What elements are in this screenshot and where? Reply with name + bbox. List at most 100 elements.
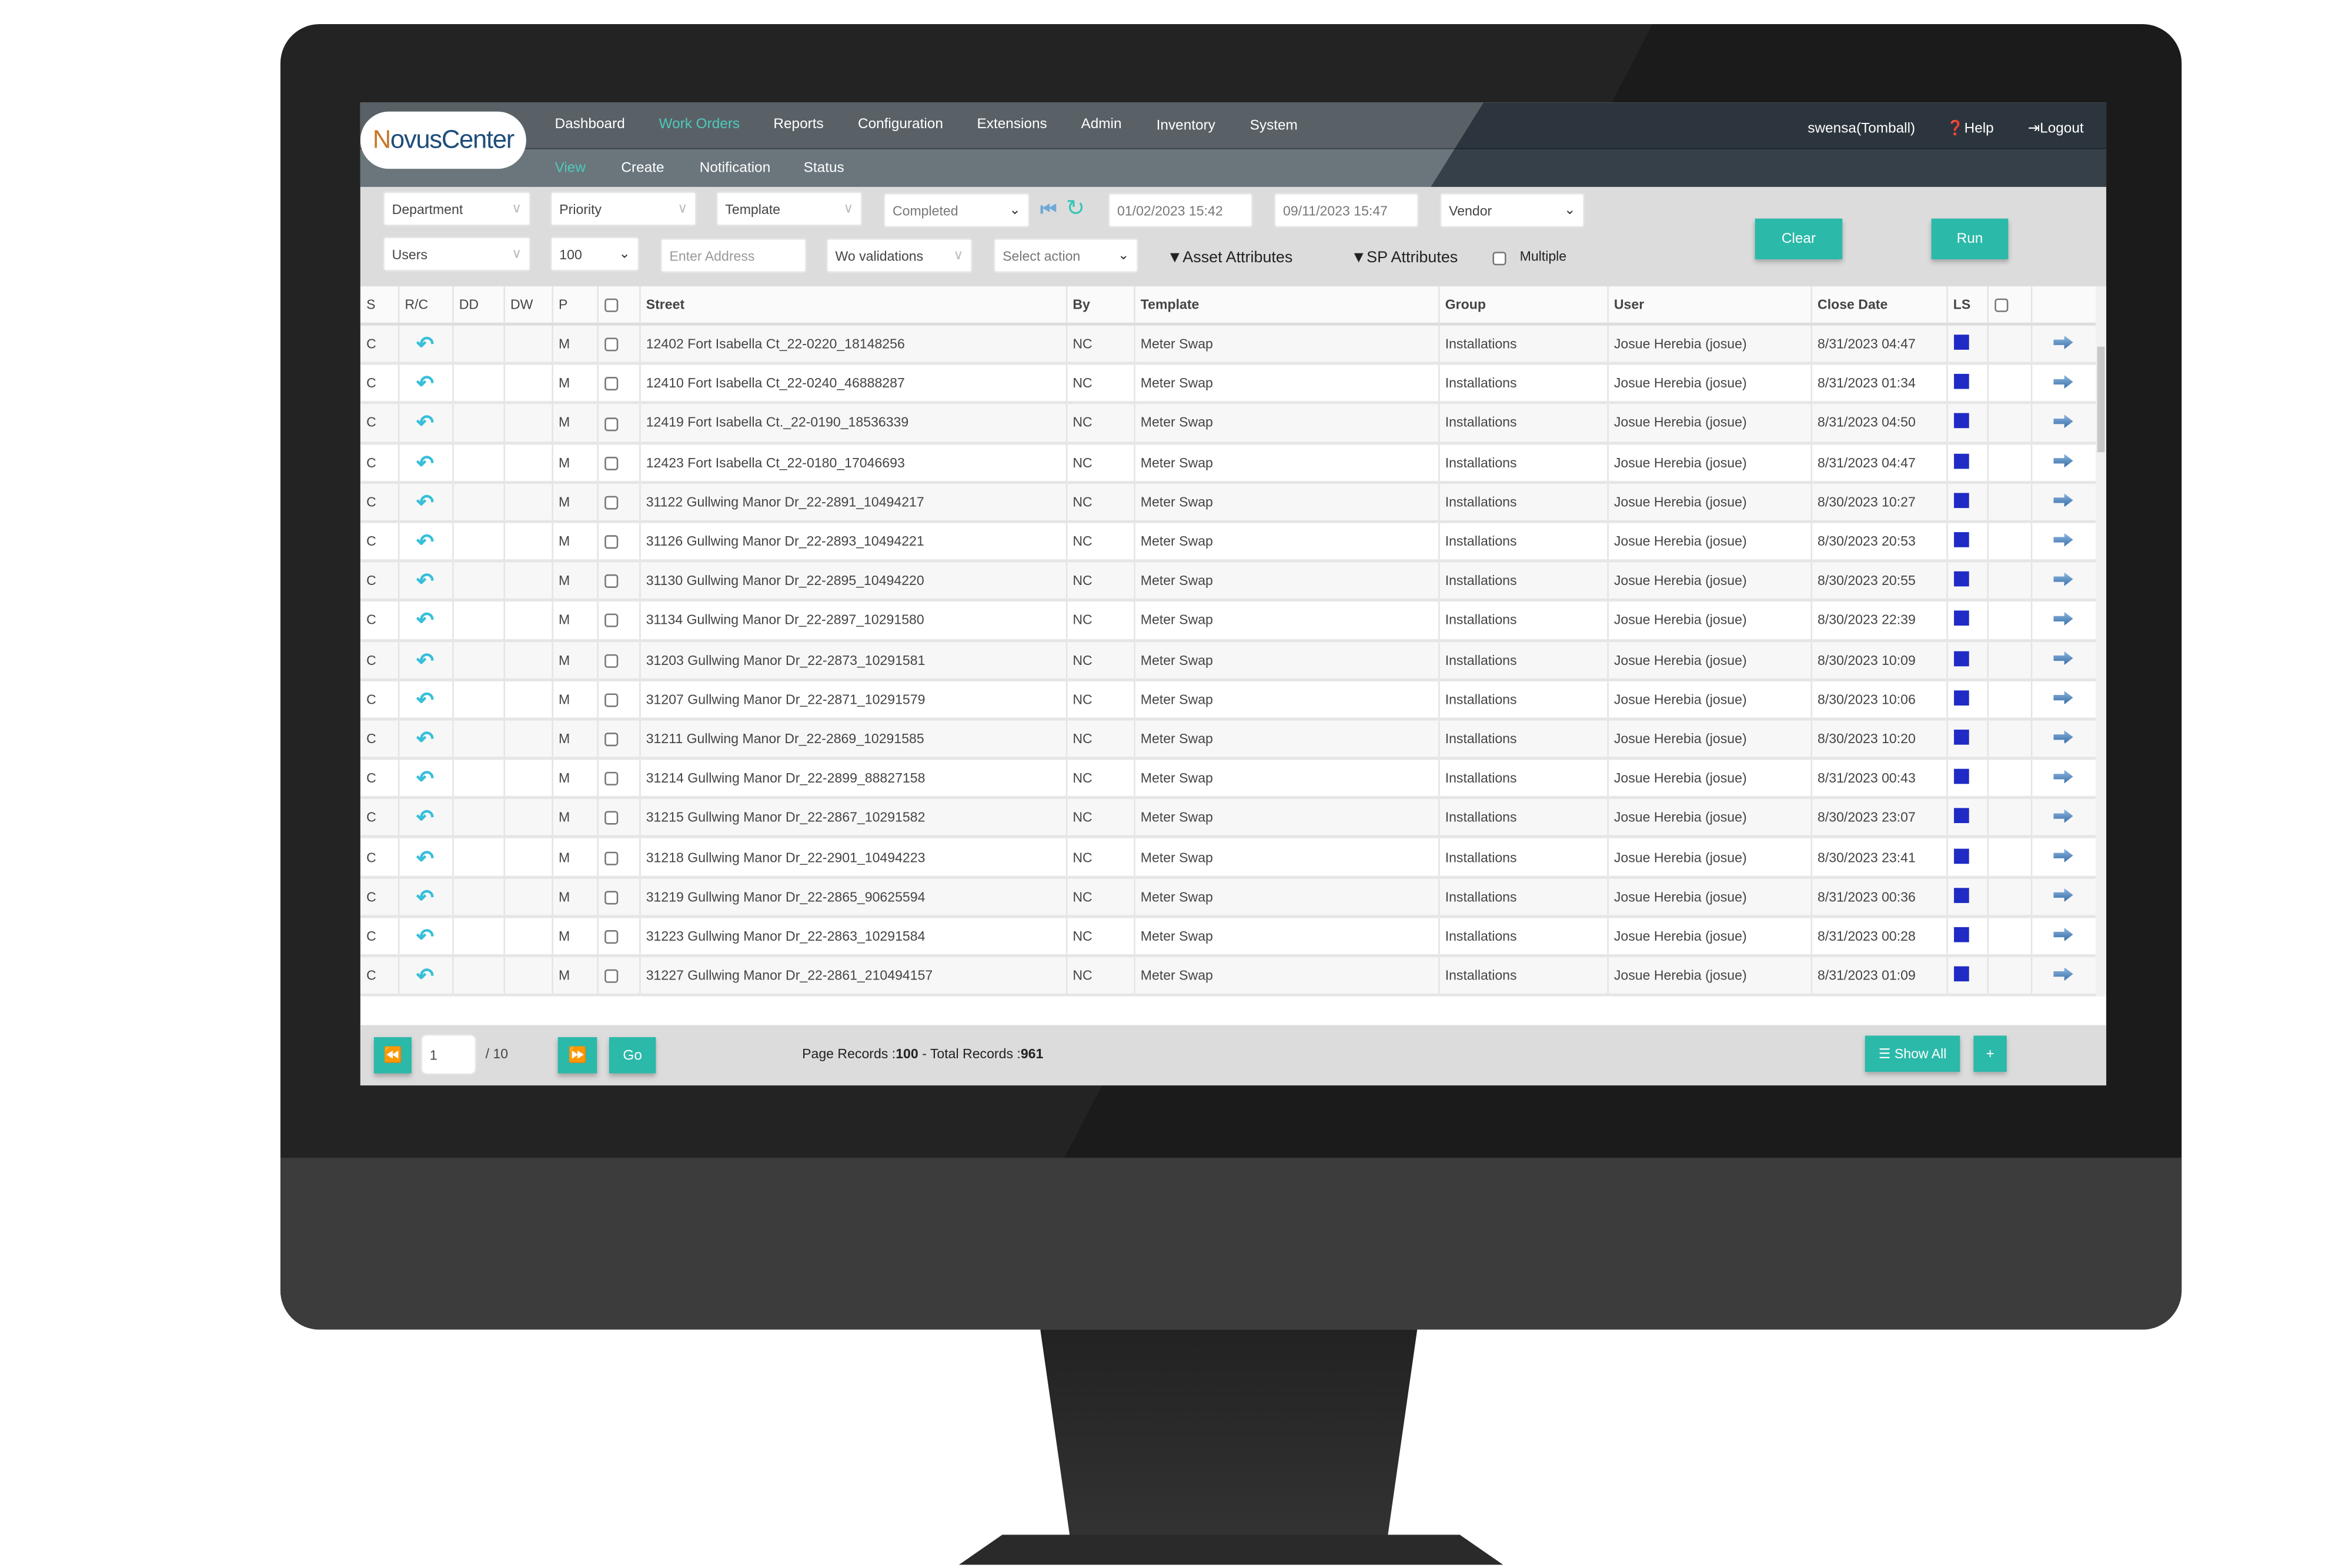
address-input[interactable]: Enter Address [660, 238, 807, 273]
add-button[interactable]: + [1973, 1035, 2007, 1072]
arrow-right-icon[interactable] [2053, 335, 2073, 349]
table-row[interactable]: C ↶ M 31126 Gullwing Manor Dr_22-2893_10494… [360, 521, 2096, 563]
priority-select[interactable]: Priority ∨ [550, 191, 697, 226]
undo-arrow-icon[interactable]: ↶ [416, 964, 434, 988]
row-checkbox[interactable] [603, 574, 617, 589]
column-header[interactable]: P [552, 286, 598, 326]
nav-system[interactable]: System [1250, 118, 1298, 134]
vendor-select[interactable]: Vendor ⌄ [1439, 193, 1585, 228]
undo-arrow-icon[interactable]: ↶ [416, 884, 434, 908]
column-header[interactable]: DW [503, 286, 553, 326]
street-cell[interactable]: 12419 Fort Isabella Ct._22-0190_18536339 [639, 403, 1067, 444]
arrow-right-icon[interactable] [2053, 927, 2073, 942]
table-row[interactable]: C ↶ M 31219 Gullwing Manor Dr_22-2865_90625… [360, 877, 2096, 918]
table-row[interactable]: C ↶ M 31223 Gullwing Manor Dr_22-2863_10291… [360, 916, 2096, 958]
undo-arrow-icon[interactable]: ↶ [416, 687, 434, 711]
street-cell[interactable]: 31227 Gullwing Manor Dr_22-2861_21049415… [639, 955, 1067, 997]
arrow-right-icon[interactable] [2053, 572, 2073, 586]
street-cell[interactable]: 31126 Gullwing Manor Dr_22-2893_10494221 [639, 521, 1067, 563]
arrow-right-icon[interactable] [2053, 888, 2073, 902]
column-header[interactable] [1987, 286, 2032, 326]
arrow-right-icon[interactable] [2053, 493, 2073, 507]
undo-arrow-icon[interactable]: ↶ [416, 608, 434, 632]
column-header[interactable] [2030, 286, 2096, 326]
user-name[interactable]: swensa(Tomball) [1808, 121, 1915, 137]
arrow-right-icon[interactable] [2053, 414, 2073, 429]
logout-link[interactable]: ⇥Logout [2028, 121, 2084, 137]
row-checkbox[interactable] [603, 733, 617, 747]
table-row[interactable]: C ↶ M 31122 Gullwing Manor Dr_22-2891_10494… [360, 482, 2096, 523]
undo-arrow-icon[interactable]: ↶ [416, 727, 434, 751]
novuscenter-logo[interactable]: NovusCenter [360, 111, 526, 169]
street-cell[interactable]: 31214 Gullwing Manor Dr_22-2899_88827158 [639, 758, 1067, 800]
undo-arrow-icon[interactable]: ↶ [416, 529, 434, 553]
refresh-icon[interactable]: ↻ [1066, 195, 1085, 222]
template-select[interactable]: Template ∨ [716, 191, 863, 226]
undo-arrow-icon[interactable]: ↶ [416, 450, 434, 474]
table-row[interactable]: C ↶ M 31215 Gullwing Manor Dr_22-2867_10291… [360, 798, 2096, 839]
street-cell[interactable]: 31211 Gullwing Manor Dr_22-2869_10291585 [639, 718, 1067, 760]
row-checkbox[interactable] [603, 614, 617, 628]
nav-reports[interactable]: Reports [773, 116, 823, 132]
street-cell[interactable]: 31223 Gullwing Manor Dr_22-2863_10291584 [639, 916, 1067, 958]
table-row[interactable]: C ↶ M 12410 Fort Isabella Ct_22-0240_468882… [360, 363, 2096, 405]
row-checkbox[interactable] [603, 653, 617, 668]
table-row[interactable]: C ↶ M 31227 Gullwing Manor Dr_22-2861_21049… [360, 955, 2096, 997]
arrow-right-icon[interactable] [2053, 809, 2073, 823]
arrow-right-icon[interactable] [2053, 848, 2073, 862]
column-header[interactable] [597, 286, 640, 326]
undo-arrow-icon[interactable]: ↶ [416, 371, 434, 395]
row-checkbox[interactable] [603, 969, 617, 984]
column-header[interactable]: DD [452, 286, 505, 326]
select-all-checkbox[interactable] [1994, 298, 2008, 312]
street-cell[interactable]: 31218 Gullwing Manor Dr_22-2901_10494223 [639, 837, 1067, 878]
table-row[interactable]: C ↶ M 31211 Gullwing Manor Dr_22-2869_10291… [360, 718, 2096, 760]
undo-arrow-icon[interactable]: ↶ [416, 766, 434, 790]
street-cell[interactable]: 12423 Fort Isabella Ct_22-0180_17046693 [639, 442, 1067, 484]
run-button[interactable]: Run [1931, 218, 2009, 260]
skip-back-icon[interactable]: ⏮ [1040, 199, 1057, 221]
nav-dashboard[interactable]: Dashboard [555, 116, 625, 132]
arrow-right-icon[interactable] [2053, 967, 2073, 981]
row-checkbox[interactable] [603, 377, 617, 391]
table-row[interactable]: C ↶ M 31214 Gullwing Manor Dr_22-2899_88827… [360, 758, 2096, 800]
street-cell[interactable]: 31207 Gullwing Manor Dr_22-2871_10291579 [639, 679, 1067, 721]
table-row[interactable]: C ↶ M 12423 Fort Isabella Ct_22-0180_170466… [360, 442, 2096, 484]
undo-arrow-icon[interactable]: ↶ [416, 648, 434, 672]
end-date-input[interactable]: 09/11/2023 15:47 [1274, 193, 1419, 228]
table-row[interactable]: C ↶ M 12402 Fort Isabella Ct_22-0220_181482… [360, 324, 2096, 366]
page-size-select[interactable]: 100 ⌄ [550, 236, 640, 272]
arrow-right-icon[interactable] [2053, 770, 2073, 784]
column-header[interactable]: S [360, 286, 399, 326]
undo-arrow-icon[interactable]: ↶ [416, 332, 434, 356]
arrow-right-icon[interactable] [2053, 454, 2073, 468]
row-checkbox[interactable] [603, 417, 617, 431]
users-select[interactable]: Users ∨ [383, 236, 531, 272]
street-cell[interactable]: 31215 Gullwing Manor Dr_22-2867_10291582 [639, 798, 1067, 839]
row-checkbox[interactable] [603, 535, 617, 549]
row-checkbox[interactable] [603, 772, 617, 786]
street-cell[interactable]: 12410 Fort Isabella Ct_22-0240_46888287 [639, 363, 1067, 405]
column-header[interactable]: Template [1134, 286, 1439, 326]
arrow-right-icon[interactable] [2053, 611, 2073, 626]
column-header[interactable]: User [1607, 286, 1812, 326]
row-checkbox[interactable] [603, 930, 617, 944]
column-header[interactable]: Close Date [1810, 286, 1947, 326]
column-header[interactable]: Group [1438, 286, 1608, 326]
arrow-right-icon[interactable] [2053, 651, 2073, 666]
table-row[interactable]: C ↶ M 31134 Gullwing Manor Dr_22-2897_10291… [360, 600, 2096, 642]
table-row[interactable]: C ↶ M 31218 Gullwing Manor Dr_22-2901_10494… [360, 837, 2096, 878]
page-input[interactable]: 1 [420, 1034, 477, 1075]
nav-configuration[interactable]: Configuration [858, 116, 943, 132]
sp-attributes-button[interactable]: ▼SP Attributes [1351, 249, 1458, 267]
arrow-right-icon[interactable] [2053, 691, 2073, 705]
street-cell[interactable]: 31134 Gullwing Manor Dr_22-2897_10291580 [639, 600, 1067, 642]
action-select[interactable]: Select action ⌄ [993, 238, 1138, 273]
status-select[interactable]: Completed ⌄ [883, 193, 1030, 228]
row-checkbox[interactable] [603, 496, 617, 510]
row-checkbox[interactable] [603, 811, 617, 825]
row-checkbox[interactable] [603, 890, 617, 904]
table-row[interactable]: C ↶ M 31203 Gullwing Manor Dr_22-2873_10291… [360, 640, 2096, 681]
nav-work-orders[interactable]: Work Orders [659, 116, 740, 132]
nav-inventory[interactable]: Inventory [1157, 118, 1215, 134]
